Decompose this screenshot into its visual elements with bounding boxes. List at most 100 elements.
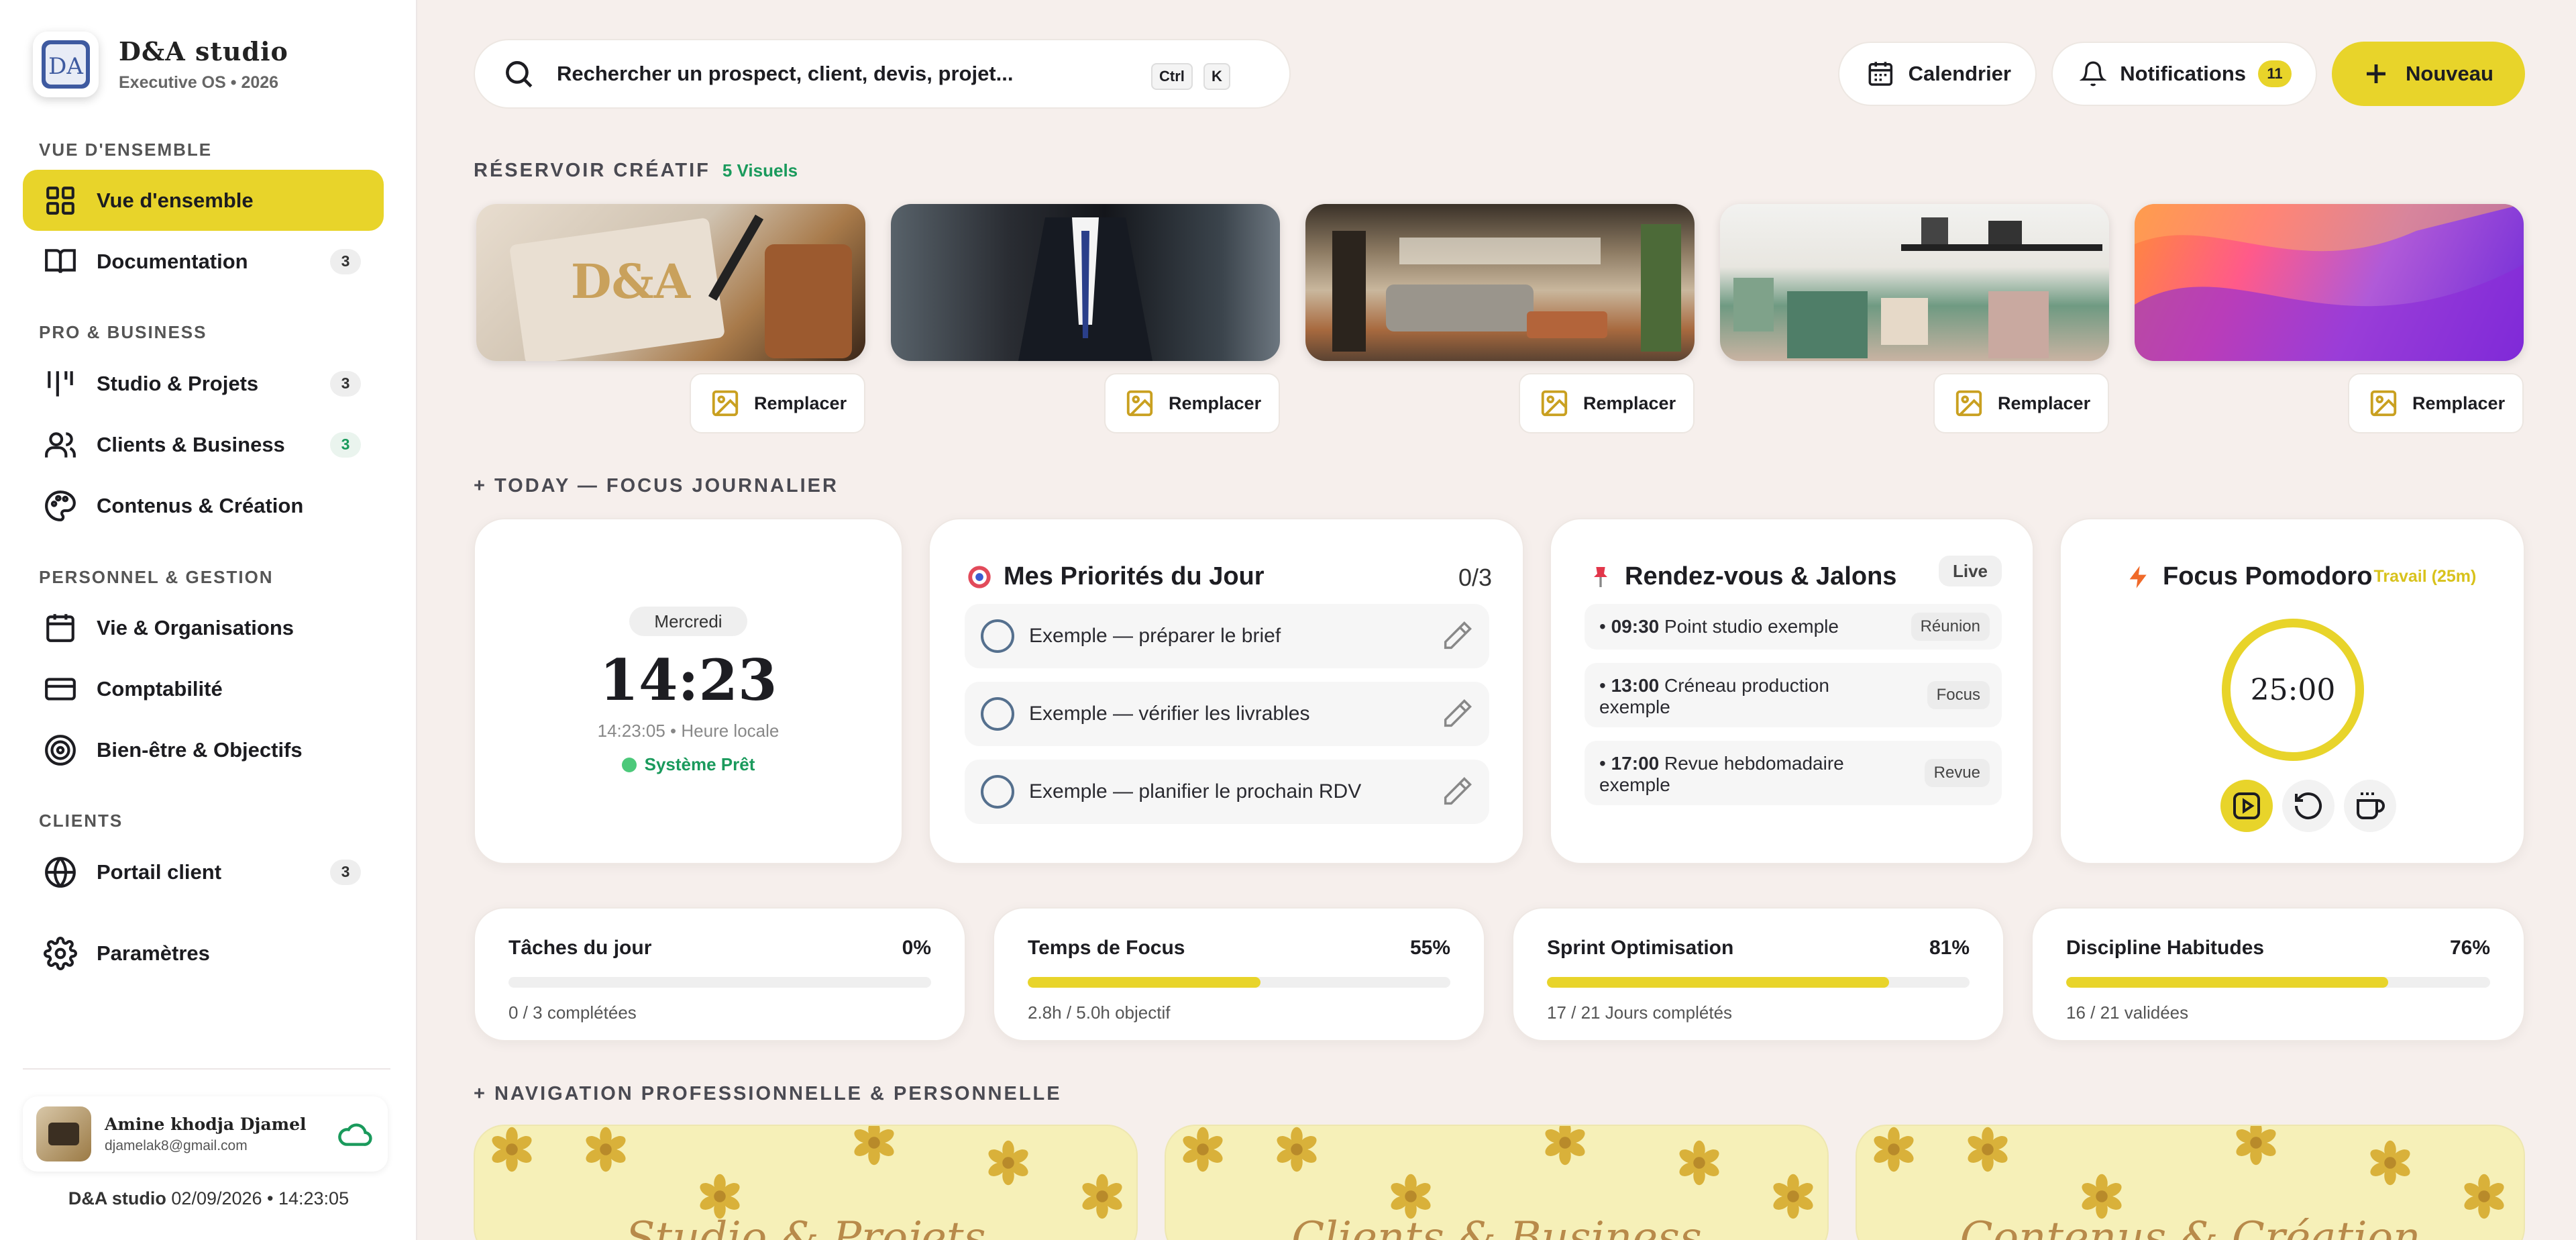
calendar-button[interactable]: Calendrier <box>1838 42 2037 106</box>
play-button[interactable] <box>2220 780 2273 832</box>
visual-2-image <box>1018 217 1152 361</box>
rdv-text: Point studio exemple <box>1664 616 1839 637</box>
priority-text: Exemple — vérifier les livrables <box>1029 703 1310 725</box>
checkbox[interactable] <box>981 619 1014 653</box>
notifications-button[interactable]: Notifications 11 <box>2051 42 2317 106</box>
progress-bar <box>2066 977 2490 988</box>
rdv-item[interactable]: • 09:30 Point studio exemple Réunion <box>1585 604 2002 650</box>
target-dart-icon <box>968 565 991 588</box>
checkbox[interactable] <box>981 697 1014 731</box>
flower-icon <box>985 1139 1032 1186</box>
notifications-label: Notifications <box>2120 62 2246 85</box>
priorities-count: 0/3 <box>1458 564 1492 591</box>
sidebar-item-overview[interactable]: Vue d'ensemble <box>23 170 384 231</box>
image-edit-icon <box>1955 390 1982 417</box>
checkbox[interactable] <box>981 775 1014 809</box>
priority-item[interactable]: Exemple — préparer le brief <box>965 604 1489 668</box>
section-title-overview: VUE D'ENSEMBLE <box>39 140 213 160</box>
brand-name: D&A studio <box>119 36 288 66</box>
progress-bar <box>1547 977 1970 988</box>
break-button[interactable] <box>2344 780 2396 832</box>
svg-text:DA: DA <box>48 53 83 80</box>
sidebar-item-bien-etre[interactable]: Bien-être & Objectifs <box>23 719 384 780</box>
nav-panel-clients[interactable]: Clients & Business <box>1165 1125 1829 1240</box>
sidebar-item-portail-client[interactable]: Portail client 3 <box>23 841 384 902</box>
rdv-title-text: Rendez-vous & Jalons <box>1625 562 1897 590</box>
sidebar-item-label: Vie & Organisations <box>97 615 294 639</box>
reservoir-count: 5 Visuels <box>722 160 798 180</box>
sidebar: DA D&A studio Executive OS • 2026 VUE D'… <box>0 0 417 1240</box>
rdv-title: Rendez-vous & Jalons <box>1587 562 1896 591</box>
sidebar-item-vie-organisations[interactable]: Vie & Organisations <box>23 597 384 658</box>
search-input[interactable]: Rechercher un prospect, client, devis, p… <box>557 62 1013 86</box>
sidebar-item-comptabilite[interactable]: Comptabilité <box>23 658 384 719</box>
priorities-title: Mes Priorités du Jour <box>966 562 1265 591</box>
nav-panel-contenus[interactable]: Contenus & Création <box>1856 1125 2525 1240</box>
gear-icon <box>43 936 78 971</box>
visual-3-image <box>1332 224 1681 352</box>
replace-button-5[interactable]: Remplacer <box>2348 373 2524 433</box>
flower-icon <box>1542 1126 1589 1166</box>
rdv-item[interactable]: • 17:00 Revue hebdomadaire exemple Revue <box>1585 741 2002 805</box>
sidebar-item-label: Comptabilité <box>97 676 223 701</box>
sidebar-item-clients-business[interactable]: Clients & Business 3 <box>23 414 384 475</box>
pencil-icon[interactable] <box>1440 696 1474 731</box>
user-card[interactable]: Amine khodja Djamel djamelak8@gmail.com <box>23 1096 388 1172</box>
replace-button-4[interactable]: Remplacer <box>1933 373 2109 433</box>
plus-icon <box>2367 64 2385 83</box>
nav-panel-title: Studio & Projets <box>625 1213 986 1240</box>
search-bar[interactable]: Rechercher un prospect, client, devis, p… <box>474 39 1291 109</box>
rdv-tag: Revue <box>1924 759 1990 787</box>
progress-bar <box>1028 977 1450 988</box>
card-icon <box>43 672 78 707</box>
pencil-icon[interactable] <box>1440 619 1474 654</box>
flower-icon <box>851 1126 898 1166</box>
priority-item[interactable]: Exemple — vérifier les livrables <box>965 682 1489 746</box>
brand[interactable]: DA D&A studio Executive OS • 2026 <box>33 32 288 97</box>
replace-label: Remplacer <box>754 393 847 413</box>
visual-3[interactable] <box>1305 204 1695 361</box>
visual-5[interactable] <box>2135 204 2524 361</box>
sidebar-item-label: Clients & Business <box>97 432 285 456</box>
nav-panel-studio[interactable]: Studio & Projets <box>474 1125 1138 1240</box>
rdv-card: Rendez-vous & Jalons Live • 09:30 Point … <box>1550 518 2034 864</box>
bolt-icon <box>2129 565 2147 588</box>
bars-icon <box>43 366 78 401</box>
sidebar-item-parametres[interactable]: Paramètres <box>23 923 384 984</box>
brand-subtitle: Executive OS • 2026 <box>119 73 279 92</box>
brand-logo: DA <box>33 32 99 97</box>
section-title-personnel: PERSONNEL & GESTION <box>39 567 274 587</box>
pin-icon <box>1594 566 1607 587</box>
new-button[interactable]: Nouveau <box>2332 42 2525 106</box>
stat-title: Tâches du jour <box>508 937 652 959</box>
priorities-title-text: Mes Priorités du Jour <box>1004 562 1265 590</box>
visual-4-image <box>1733 217 2102 358</box>
rdv-item[interactable]: • 13:00 Créneau production exemple Focus <box>1585 663 2002 727</box>
count-badge: 3 <box>330 248 361 274</box>
sidebar-item-label: Documentation <box>97 249 248 273</box>
visual-1[interactable]: D&A <box>476 204 865 361</box>
visual-2[interactable] <box>891 204 1280 361</box>
pomodoro-title: Focus Pomodoro Travail (25m) <box>2125 562 2476 591</box>
sidebar-item-label: Paramètres <box>97 941 210 965</box>
new-label: Nouveau <box>2406 62 2493 85</box>
replace-button-3[interactable]: Remplacer <box>1519 373 1695 433</box>
book-icon <box>43 244 78 279</box>
priorities-card: Mes Priorités du Jour 0/3 Exemple — prép… <box>928 518 1524 864</box>
replace-button-2[interactable]: Remplacer <box>1104 373 1280 433</box>
rdv-time: 13:00 <box>1611 675 1660 696</box>
reset-button[interactable] <box>2282 780 2334 832</box>
pencil-icon[interactable] <box>1440 774 1474 809</box>
stat-subtitle: 17 / 21 Jours complétés <box>1547 1002 1733 1023</box>
user-email: djamelak8@gmail.com <box>105 1137 248 1153</box>
footer-app-name: D&A studio <box>68 1188 166 1208</box>
sidebar-item-contenus-creation[interactable]: Contenus & Création <box>23 475 384 536</box>
visual-4[interactable] <box>1720 204 2109 361</box>
sidebar-item-documentation[interactable]: Documentation 3 <box>23 231 384 292</box>
sidebar-item-studio-projets[interactable]: Studio & Projets 3 <box>23 353 384 414</box>
priority-item[interactable]: Exemple — planifier le prochain RDV <box>965 760 1489 824</box>
rdv-time: 09:30 <box>1611 616 1660 637</box>
reset-icon <box>2295 792 2322 820</box>
cloud-icon[interactable] <box>337 1121 373 1147</box>
replace-button-1[interactable]: Remplacer <box>690 373 865 433</box>
